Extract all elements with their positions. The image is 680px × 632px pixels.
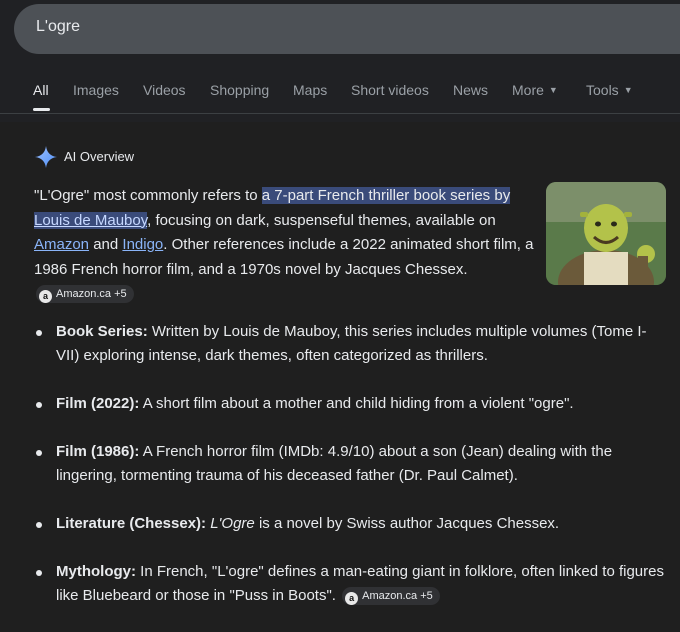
- author-link[interactable]: Louis de Mauboy: [34, 212, 147, 229]
- tools-label: Tools: [586, 82, 619, 98]
- tab-images[interactable]: Images: [73, 82, 119, 98]
- tab-shopping[interactable]: Shopping: [210, 82, 269, 98]
- tab-more-label: More: [512, 82, 544, 98]
- bullet-text: is a novel by Swiss author Jacques Chess…: [254, 515, 560, 532]
- source-chip[interactable]: a Amazon.ca +5: [36, 285, 134, 303]
- tools-button[interactable]: Tools ▼: [586, 82, 633, 98]
- amazon-logo-icon: a: [39, 290, 52, 303]
- ai-overview-title: AI Overview: [64, 149, 135, 164]
- ogre-thumbnail[interactable]: [546, 182, 666, 285]
- indigo-link[interactable]: Indigo: [122, 236, 163, 253]
- bullet-text: A short film about a mother and child hi…: [139, 395, 574, 412]
- search-query[interactable]: L'ogre: [36, 18, 80, 36]
- bullet-term: Film (2022):: [56, 395, 140, 412]
- bullet-term: Literature (Chessex):: [56, 515, 207, 532]
- bullet-term: Book Series:: [56, 323, 148, 340]
- bullet-term: Mythology:: [56, 563, 136, 580]
- caret-down-icon: ▼: [623, 85, 633, 95]
- tab-videos[interactable]: Videos: [143, 82, 186, 98]
- bullet-mythology: Mythology: In French, "L'ogre" defines a…: [34, 560, 664, 608]
- tab-all[interactable]: All: [33, 82, 49, 98]
- search-tabs: All Images Videos Shopping Maps Short vi…: [0, 82, 680, 106]
- bullet-literature: Literature (Chessex): L'Ogre is a novel …: [34, 512, 664, 536]
- summary-text: and: [89, 236, 123, 253]
- tab-short-videos[interactable]: Short videos: [351, 82, 429, 98]
- ogre-thumbnail-image: [546, 182, 666, 285]
- ai-summary: "L'Ogre" most commonly refers to a 7-par…: [34, 184, 534, 307]
- bullet-film-2022: Film (2022): A short film about a mother…: [34, 392, 664, 416]
- bullet-text: A French horror film (IMDb: 4.9/10) abou…: [56, 443, 613, 484]
- source-chip[interactable]: a Amazon.ca +5: [342, 587, 440, 605]
- tab-more[interactable]: More ▼: [512, 82, 558, 98]
- source-chip-label: Amazon.ca +5: [56, 288, 127, 300]
- top-bar: L'ogre All Images Videos Shopping Maps S…: [0, 0, 680, 122]
- search-input[interactable]: L'ogre: [14, 4, 680, 54]
- ai-bullets: Book Series: Written by Louis de Mauboy,…: [34, 320, 664, 632]
- caret-down-icon: ▼: [548, 85, 558, 95]
- bullet-italic-title: L'Ogre: [210, 515, 255, 532]
- amazon-logo-icon: a: [345, 592, 359, 605]
- active-tab-indicator: [33, 108, 50, 111]
- amazon-link[interactable]: Amazon: [34, 236, 89, 253]
- highlight-text: a 7-part French thriller book series by: [261, 187, 511, 204]
- sparkle-icon: [35, 146, 57, 168]
- bullet-book-series: Book Series: Written by Louis de Mauboy,…: [34, 320, 664, 368]
- source-chip-label: Amazon.ca +5: [362, 590, 433, 602]
- summary-text: , focusing on dark, suspenseful themes, …: [147, 211, 496, 229]
- bullet-term: Film (1986):: [56, 443, 140, 460]
- header-divider: [0, 113, 680, 114]
- summary-text: "L'Ogre" most commonly refers to: [34, 187, 262, 204]
- tab-news[interactable]: News: [453, 82, 488, 98]
- bullet-film-1986: Film (1986): A French horror film (IMDb:…: [34, 440, 664, 488]
- tab-maps[interactable]: Maps: [293, 82, 327, 98]
